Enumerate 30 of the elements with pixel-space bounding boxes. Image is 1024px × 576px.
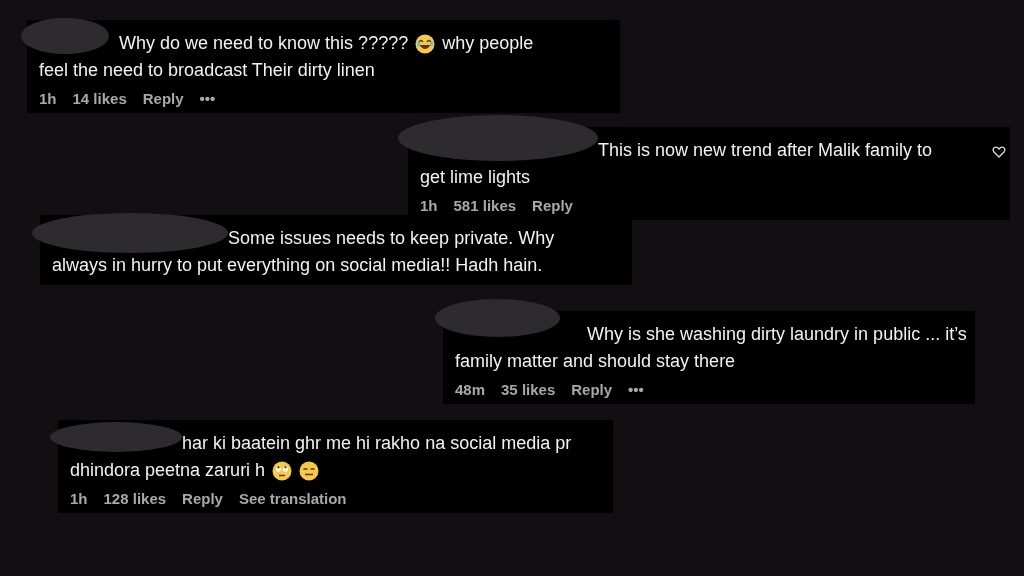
comment-text: family matter and should stay there (455, 351, 736, 372)
like-count: 14 likes (72, 90, 127, 107)
more-options-button[interactable]: ••• (628, 381, 644, 398)
translation-link[interactable]: See translation (238, 490, 347, 507)
like-count: 35 likes (501, 381, 556, 398)
reply-link[interactable]: Reply (532, 197, 573, 214)
comment-text: Some issues needs to keep private. Why (228, 228, 555, 249)
comment-text: why people (442, 33, 534, 54)
like-count: 581 likes (453, 197, 517, 214)
comment-text: This is now new trend after Malik family to (598, 140, 933, 161)
comment-time: 1h (420, 197, 438, 214)
comment-text: get lime lights (420, 167, 531, 188)
comment-time: 1h (70, 490, 88, 507)
expressionless-emoji-icon (299, 460, 320, 481)
reply-link[interactable]: Reply (571, 381, 613, 398)
more-options-button[interactable]: ••• (199, 90, 216, 107)
like-count: 128 likes (103, 490, 167, 507)
comment-text: always in hurry to put everything on social media!! Hadh hain. (52, 255, 543, 276)
comment-text: Why do we need to know this ????? (119, 33, 409, 54)
reply-link[interactable]: Reply (142, 90, 184, 107)
eye-roll-emoji-icon (272, 460, 293, 481)
comment-text: feel the need to broadcast Their dirty linen (39, 60, 375, 81)
comment-text: Why is she washing dirty laundry in public ... it’s (587, 324, 967, 345)
comment-text: har ki baatein ghr me hi rakho na social media pr (182, 433, 572, 454)
laughing-emoji-icon (415, 33, 436, 54)
comment-time: 48m (455, 381, 486, 398)
heart-icon[interactable] (992, 145, 1006, 159)
comment-time: 1h (39, 90, 57, 107)
comment-text: dhindora peetna zaruri h (70, 460, 266, 481)
reply-link[interactable]: Reply (182, 490, 223, 507)
